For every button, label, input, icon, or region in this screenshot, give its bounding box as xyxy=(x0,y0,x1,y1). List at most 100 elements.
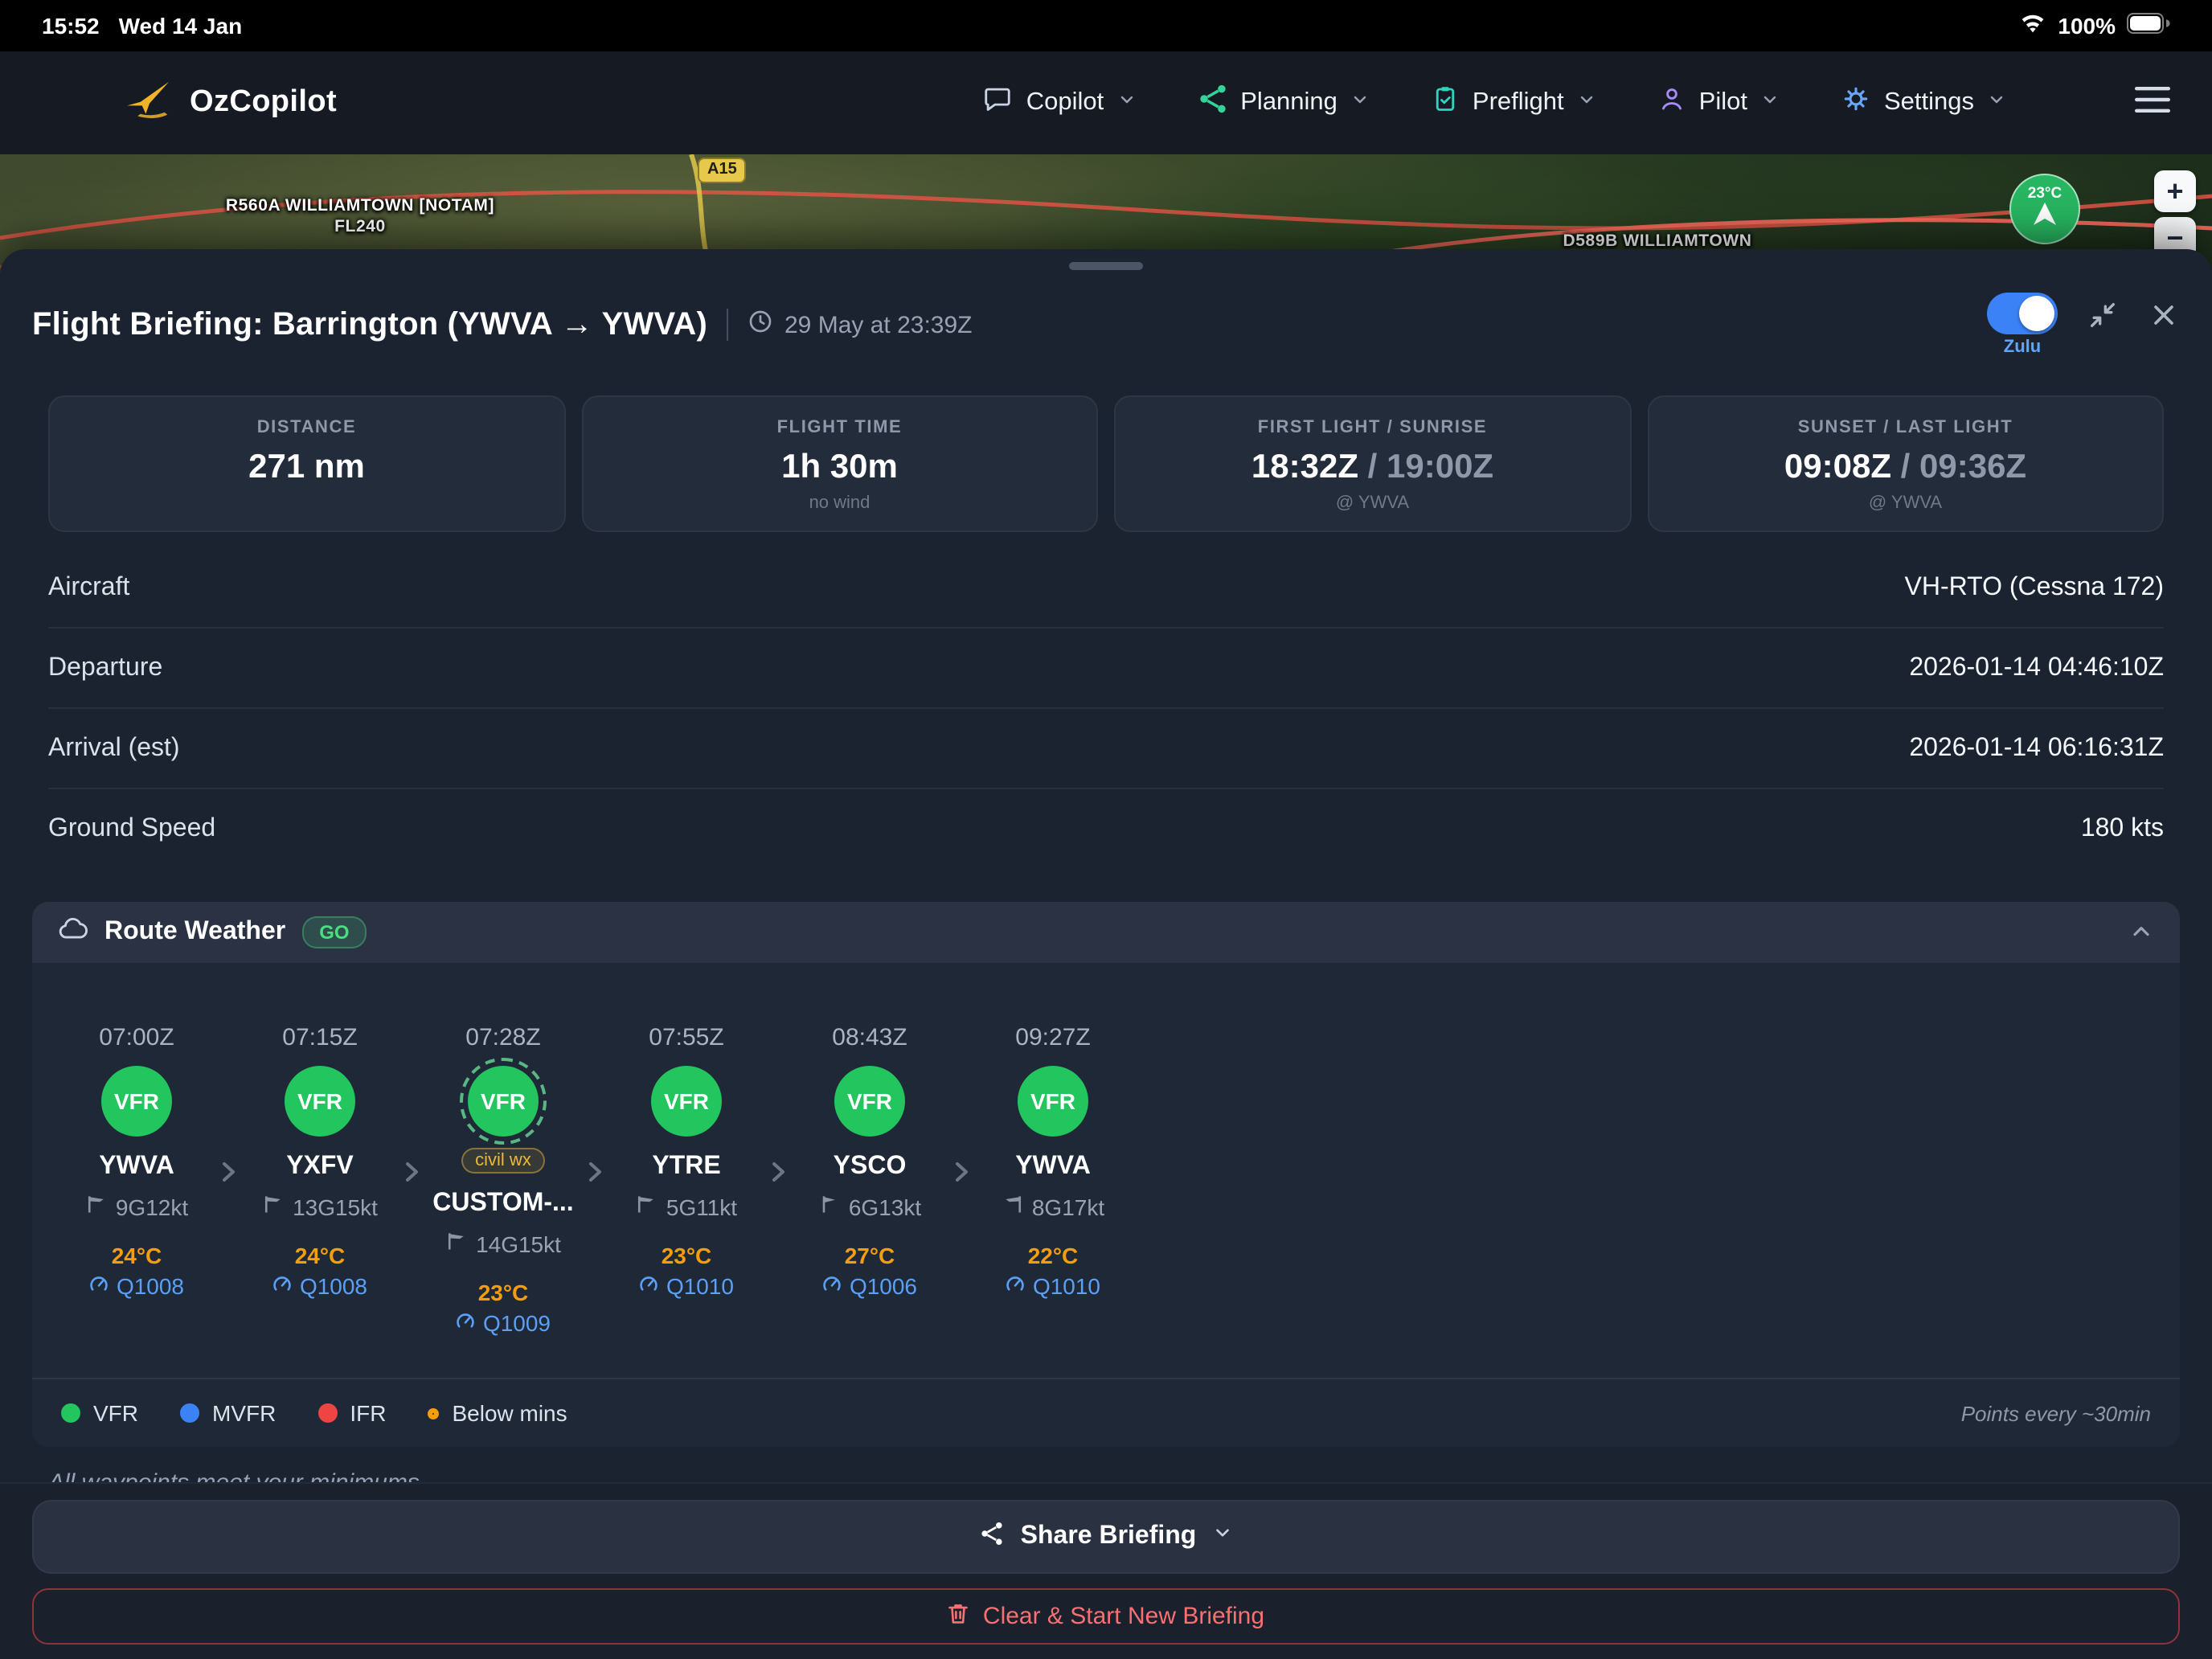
gauge-icon xyxy=(456,1310,477,1336)
waypoint-time: 07:28Z xyxy=(465,1024,540,1051)
app-logo-icon xyxy=(125,78,174,128)
chat-bubble-icon xyxy=(983,84,1014,122)
nav-item-settings[interactable]: Settings xyxy=(1841,84,2006,122)
waypoint-station: CUSTOM-... xyxy=(432,1190,573,1219)
flight-category-badge[interactable]: VFR xyxy=(834,1066,905,1137)
nav-item-preflight[interactable]: Preflight xyxy=(1431,84,1596,122)
collapse-button[interactable] xyxy=(2087,293,2119,339)
ownship-marker[interactable]: 23°C xyxy=(2009,174,2080,244)
map-zoom-controls: + − xyxy=(2154,170,2196,259)
status-date: Wed 14 Jan xyxy=(119,13,243,39)
detail-label: Departure xyxy=(48,653,162,682)
stat-card-distance: DISTANCE 271 nm xyxy=(48,395,565,532)
nav-item-pilot[interactable]: Pilot xyxy=(1657,84,1780,122)
close-icon xyxy=(2148,299,2180,339)
detail-label: Arrival (est) xyxy=(48,734,180,763)
zoom-in-button[interactable]: + xyxy=(2154,170,2196,212)
drag-handle[interactable] xyxy=(1069,262,1143,270)
stat-card-first-light: FIRST LIGHT / SUNRISE 18:32Z / 19:00Z @ … xyxy=(1114,395,1631,532)
app-title: OzCopilot xyxy=(190,85,337,121)
details-list: Aircraft VH-RTO (Cessna 172) Departure 2… xyxy=(48,548,2164,870)
detail-label: Aircraft xyxy=(48,573,129,602)
route-weather-header[interactable]: Route Weather GO xyxy=(32,902,2180,963)
chevron-right-icon xyxy=(400,1159,423,1185)
detail-row-arrival: Arrival (est) 2026-01-14 06:16:31Z xyxy=(48,709,2164,789)
nav-items: Copilot Planning Preflight xyxy=(983,84,2170,122)
waypoint-wind: 6G13kt xyxy=(849,1194,921,1219)
zulu-label: Zulu xyxy=(2004,338,2041,357)
detail-row-aircraft: Aircraft VH-RTO (Cessna 172) xyxy=(48,548,2164,629)
waypoint-column: 07:55Z VFR YTRE 5G11kt 23°C Q1010 xyxy=(606,1024,767,1299)
user-icon xyxy=(1657,84,1686,122)
waypoint-qnh: Q1008 xyxy=(300,1273,367,1299)
legend-item-below-mins: Below mins xyxy=(428,1400,567,1426)
flight-category-badge[interactable]: VFR xyxy=(468,1066,539,1137)
clear-briefing-button[interactable]: Clear & Start New Briefing xyxy=(32,1588,2180,1645)
battery-icon xyxy=(2127,13,2170,39)
windsock-icon xyxy=(1002,1193,1024,1220)
gauge-icon xyxy=(272,1273,293,1299)
weather-legend: VFR MVFR IFR Below mins Points every ~30… xyxy=(32,1378,2180,1447)
windsock-icon xyxy=(262,1193,285,1220)
flight-category-badge[interactable]: VFR xyxy=(285,1066,355,1137)
stat-card-flight-time: FLIGHT TIME 1h 30m no wind xyxy=(581,395,1098,532)
flight-category-badge[interactable]: VFR xyxy=(651,1066,722,1137)
brand[interactable]: OzCopilot xyxy=(125,78,337,128)
legend-ring xyxy=(428,1407,439,1419)
nav-item-planning[interactable]: Planning xyxy=(1197,84,1370,122)
briefing-sheet-content: Flight Briefing: Barrington (YWVA → YWVA… xyxy=(0,249,2212,1659)
nav-arrow-icon xyxy=(2032,202,2058,232)
weather-timeline: 07:00Z VFR YWVA 9G12kt 24°C Q1008 07:15Z… xyxy=(32,963,2180,1378)
detail-row-departure: Departure 2026-01-14 04:46:10Z xyxy=(48,629,2164,709)
legend-item-vfr: VFR xyxy=(61,1400,138,1426)
detail-value: 2026-01-14 04:46:10Z xyxy=(1909,653,2164,682)
waypoint-station: YTRE xyxy=(652,1153,720,1182)
map-notam-label: R560A WILLIAMTOWN [NOTAM] FL240 xyxy=(226,196,494,238)
hamburger-icon xyxy=(2135,84,2170,121)
share-briefing-label: Share Briefing xyxy=(1021,1522,1197,1551)
chevron-right-icon xyxy=(950,1159,973,1185)
route-weather-body: 07:00Z VFR YWVA 9G12kt 24°C Q1008 07:15Z… xyxy=(32,963,2180,1447)
stat-value-secondary: / 19:00Z xyxy=(1358,449,1493,485)
waypoint-column: 07:00Z VFR YWVA 9G12kt 24°C Q1008 xyxy=(56,1024,217,1299)
waypoint-temp: 24°C xyxy=(112,1243,162,1268)
share-icon xyxy=(979,1520,1005,1554)
chevron-up-icon[interactable] xyxy=(2128,920,2154,945)
zulu-toggle[interactable]: Zulu xyxy=(1987,293,2058,357)
nav-item-label: Pilot xyxy=(1699,88,1747,117)
flight-category-badge[interactable]: VFR xyxy=(1018,1066,1088,1137)
gauge-icon xyxy=(1006,1273,1026,1299)
legend-item-mvfr: MVFR xyxy=(180,1400,276,1426)
waypoint-time: 07:55Z xyxy=(649,1024,723,1051)
briefing-sheet: Flight Briefing: Barrington (YWVA → YWVA… xyxy=(0,249,2212,1659)
nav-item-copilot[interactable]: Copilot xyxy=(983,84,1137,122)
chevron-right-icon xyxy=(767,1159,789,1185)
menu-button[interactable] xyxy=(2135,84,2170,121)
detail-value: 180 kts xyxy=(2081,815,2164,844)
stat-value: 271 nm xyxy=(248,449,365,485)
flight-category-badge[interactable]: VFR xyxy=(101,1066,172,1137)
waypoint-wind: 9G12kt xyxy=(116,1194,188,1219)
waypoint-wind: 14G15kt xyxy=(476,1231,561,1256)
waypoint-column: 07:15Z VFR YXFV 13G15kt 24°C Q1008 xyxy=(240,1024,400,1299)
close-button[interactable] xyxy=(2148,293,2180,339)
share-nodes-icon xyxy=(1197,84,1227,122)
clear-briefing-label: Clear & Start New Briefing xyxy=(983,1603,1264,1630)
points-note: Points every ~30min xyxy=(1961,1401,2151,1425)
share-briefing-button[interactable]: Share Briefing xyxy=(32,1500,2180,1574)
detail-value: 2026-01-14 06:16:31Z xyxy=(1909,734,2164,763)
stat-label: SUNSET / LAST LIGHT xyxy=(1661,418,2149,437)
zulu-switch[interactable] xyxy=(1987,293,2058,334)
waypoint-column-custom: 07:28Z VFR civil wx CUSTOM-... 14G15kt 2… xyxy=(423,1024,584,1336)
stat-label: DISTANCE xyxy=(63,418,551,437)
waypoint-temp: 23°C xyxy=(478,1280,529,1305)
stat-label: FIRST LIGHT / SUNRISE xyxy=(1129,418,1616,437)
map-airspace-label: D589B WILLIAMTOWN xyxy=(1563,231,1752,251)
nav-item-label: Copilot xyxy=(1026,88,1104,117)
route-weather-card: Route Weather GO 07:00Z VFR YWVA 9G12kt … xyxy=(32,902,2180,1447)
windsock-icon xyxy=(85,1193,108,1220)
waypoint-station: YXFV xyxy=(286,1153,354,1182)
detail-value: VH-RTO (Cessna 172) xyxy=(1905,573,2165,602)
stat-value: 1h 30m xyxy=(781,449,898,485)
briefing-header: Flight Briefing: Barrington (YWVA → YWVA… xyxy=(0,270,2212,373)
